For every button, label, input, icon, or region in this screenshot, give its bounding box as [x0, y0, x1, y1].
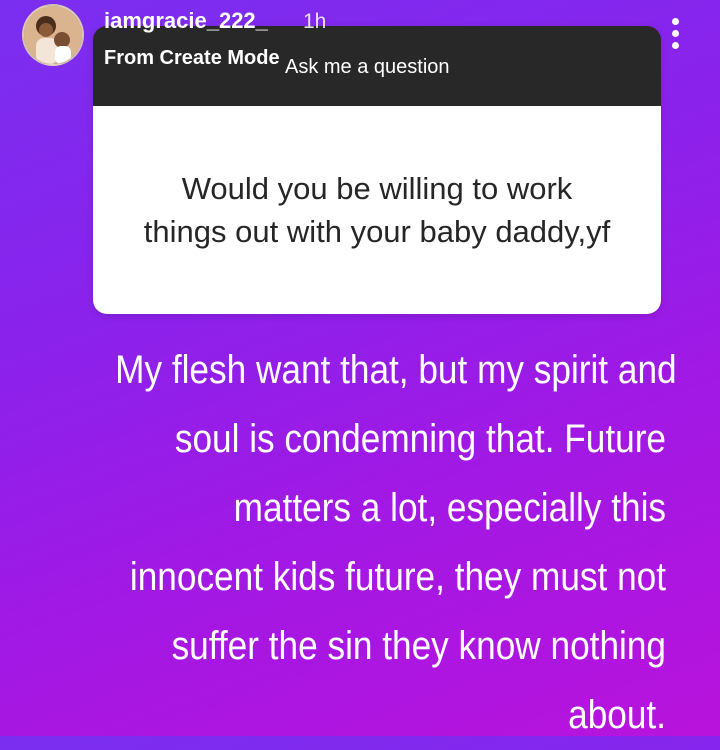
more-vertical-icon [672, 30, 679, 37]
profile-avatar[interactable] [22, 4, 84, 66]
answer-line: soul is condemning that. Future [174, 417, 666, 461]
post-time: 1h [303, 10, 327, 33]
answer-line: suffer the sin they know nothing [171, 624, 666, 668]
answer-line: about. [568, 693, 666, 737]
answer-text: My flesh want that, but my spirit and so… [115, 336, 677, 750]
question-text: Would you be willing to work things out … [143, 171, 611, 249]
create-mode-label: From Create Mode [104, 47, 280, 69]
avatar-image-icon [24, 6, 82, 64]
question-sticker-prompt: Ask me a question [285, 56, 450, 78]
answer-line: innocent kids future, they must not [129, 555, 666, 599]
more-vertical-icon [672, 42, 679, 49]
more-options-button[interactable] [664, 14, 688, 54]
question-sticker-body: Would you be willing to work things out … [93, 106, 661, 314]
answer-line: My flesh want that, but my spirit and [115, 348, 677, 392]
username[interactable]: iamgracie_222_ [104, 8, 268, 34]
more-vertical-icon [672, 18, 679, 25]
answer-line: matters a lot, especially this [233, 486, 666, 530]
